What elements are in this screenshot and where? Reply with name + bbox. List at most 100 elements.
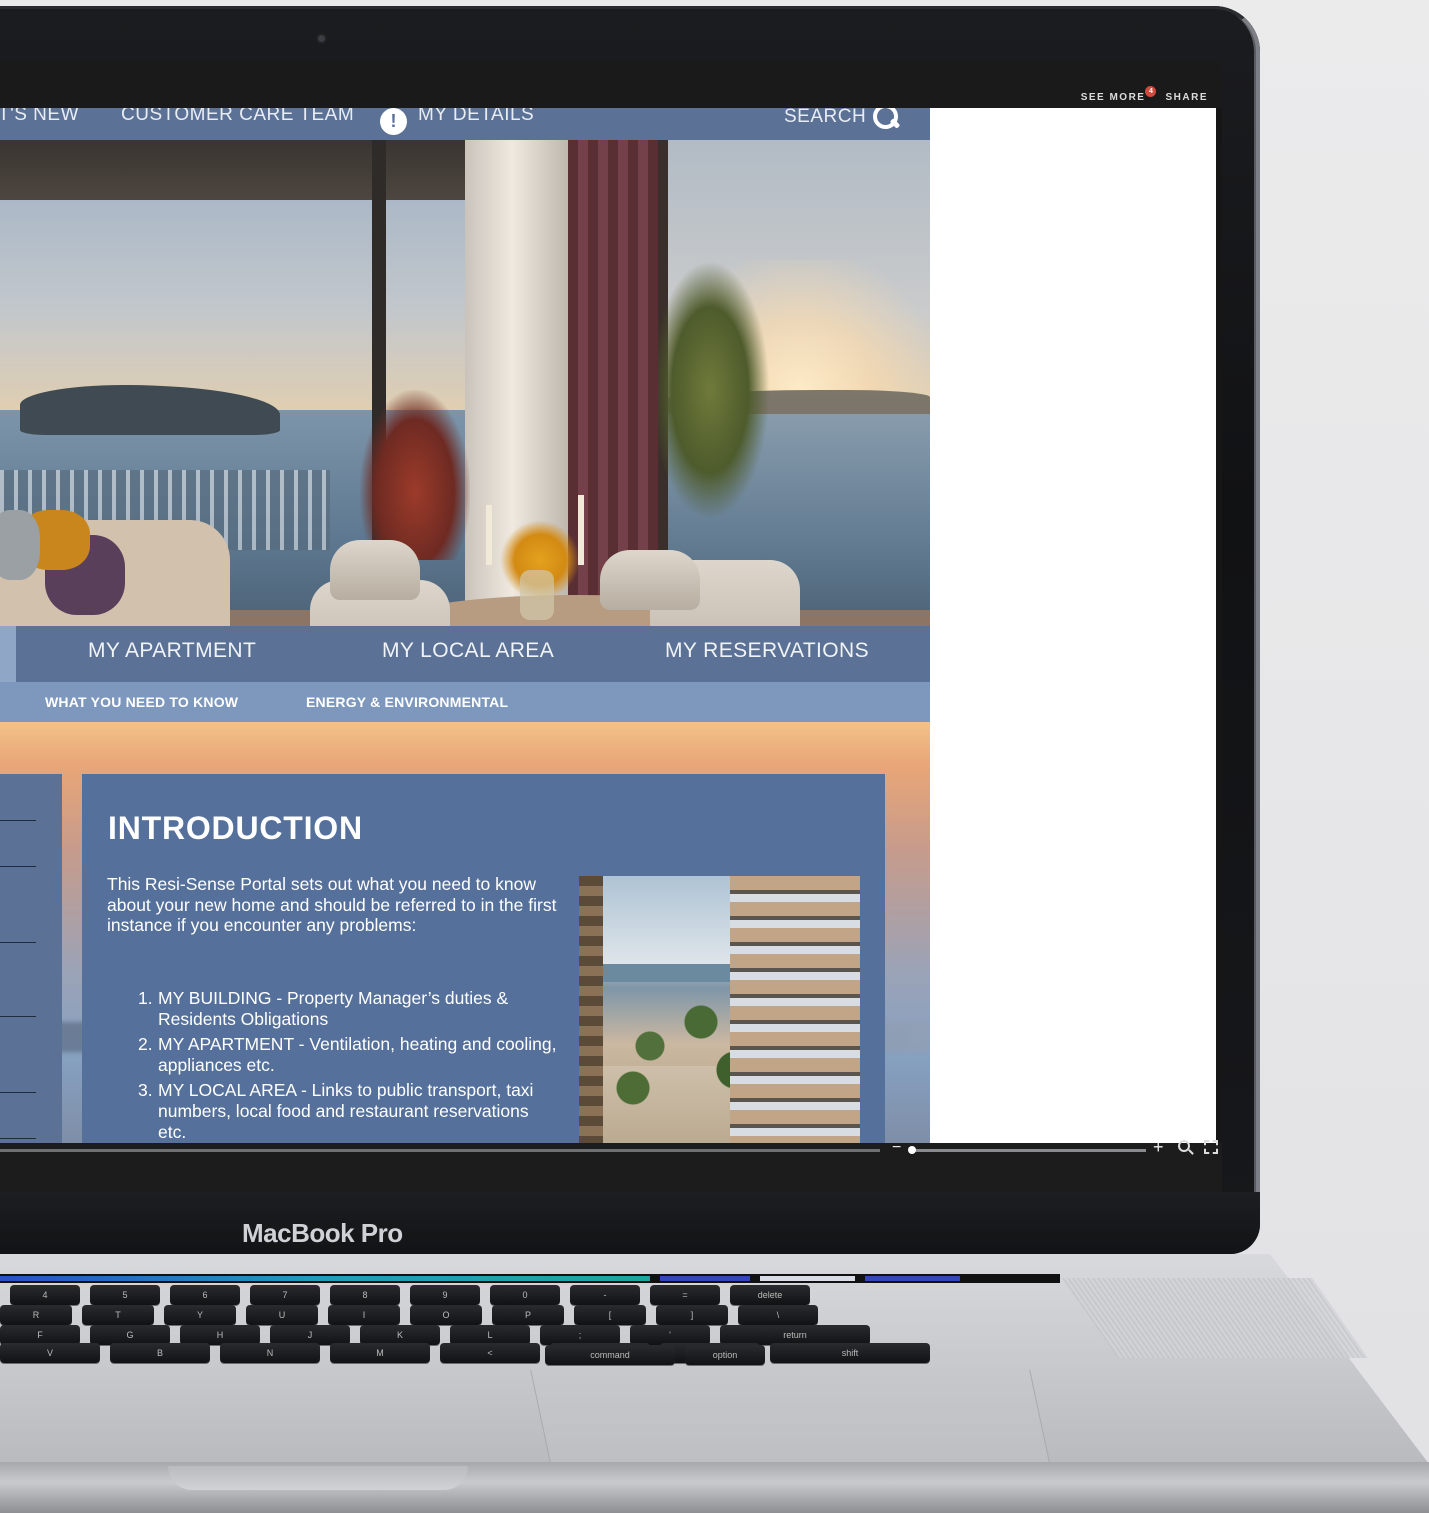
nav-my-local-area[interactable]: MY LOCAL AREA: [382, 639, 554, 663]
key: V: [0, 1343, 100, 1363]
list-item: 1. MY BUILDING - Property Manager’s dutie…: [138, 988, 558, 1030]
key-row: 4 5 6 7 8 9 0 - = delete: [10, 1285, 810, 1305]
list-text: MY BUILDING - Property Manager’s duties …: [158, 988, 509, 1029]
zoom-out-button[interactable]: −: [892, 1139, 901, 1157]
hero-candle: [578, 495, 584, 565]
search-icon: [872, 108, 899, 130]
trackpad: [530, 1370, 1050, 1462]
lid-notch: [168, 1466, 468, 1490]
photo-building: [579, 876, 603, 1143]
key: delete: [730, 1285, 810, 1305]
introduction-panel: INTRODUCTION This Resi-Sense Portal sets…: [82, 774, 885, 1143]
key: H: [180, 1325, 260, 1345]
hero-candle: [486, 505, 492, 565]
hero-plant: [360, 390, 470, 560]
zoom-slider[interactable]: [910, 1149, 1146, 1152]
list-text: MY APARTMENT - Ventilation, heating and …: [158, 1034, 557, 1075]
nav-my-details[interactable]: MY DETAILS: [418, 108, 534, 126]
key: return: [720, 1325, 870, 1345]
key: I: [328, 1305, 400, 1325]
nav-my-apartment[interactable]: MY APARTMENT: [88, 639, 256, 663]
key: =: [650, 1285, 720, 1305]
camera-icon: [318, 35, 325, 42]
key-row: R T Y U I O P [ ] \: [0, 1305, 818, 1325]
introduction-list: 1. MY BUILDING - Property Manager’s dutie…: [138, 988, 558, 1143]
key: O: [410, 1305, 482, 1325]
nav-my-reservations[interactable]: MY RESERVATIONS: [665, 639, 869, 663]
key: <: [440, 1343, 540, 1363]
device-brand: MacBook Pro: [242, 1218, 403, 1248]
key: 0: [490, 1285, 560, 1305]
share-button[interactable]: SHARE: [1165, 92, 1208, 103]
key: ': [630, 1325, 710, 1345]
mainnav-spacer: [0, 626, 16, 682]
street-view-photo: [579, 876, 860, 1143]
key: B: [110, 1343, 210, 1363]
search-label: SEARCH: [784, 108, 867, 127]
hero-tree: [650, 260, 770, 520]
page-progress-bar[interactable]: [0, 1149, 880, 1152]
key: R: [0, 1305, 72, 1325]
key: 5: [90, 1285, 160, 1305]
hero-vase: [520, 570, 554, 620]
key: ]: [656, 1305, 728, 1325]
key: 4: [10, 1285, 80, 1305]
side-menu-panel: [0, 774, 62, 1143]
key: M: [330, 1343, 430, 1363]
list-number: 2.: [138, 1034, 153, 1054]
key: L: [450, 1325, 530, 1345]
laptop-chin: [0, 1192, 1260, 1254]
portal-page: T'S NEW CUSTOMER CARE TEAM ! MY DETAILS …: [0, 108, 930, 1143]
sub-nav: WHAT YOU NEED TO KNOW ENERGY & ENVIRONME…: [0, 682, 930, 722]
zoom-in-button[interactable]: +: [1153, 1137, 1164, 1158]
side-menu-divider: [0, 942, 36, 943]
see-more-button[interactable]: SEE MORE 4: [1080, 86, 1157, 103]
side-menu-divider: [0, 820, 36, 821]
window-frame: [0, 140, 470, 200]
zoom-icon[interactable]: [1178, 1140, 1190, 1152]
key: 8: [330, 1285, 400, 1305]
hero-chair: [600, 550, 700, 610]
touch-bar-highlight: [760, 1276, 855, 1281]
viewer-actions: SEE MORE 4 SHARE: [1080, 86, 1208, 103]
key: 6: [170, 1285, 240, 1305]
key: N: [220, 1343, 320, 1363]
touch-bar-highlight: [865, 1276, 960, 1281]
side-menu-divider: [0, 1016, 36, 1017]
info-icon: !: [380, 108, 407, 135]
hero-image: [0, 140, 930, 626]
list-item: 2. MY APARTMENT - Ventilation, heating an…: [138, 1034, 558, 1076]
side-menu-divider: [0, 1138, 36, 1139]
nav-customer-care-team[interactable]: CUSTOMER CARE TEAM: [121, 108, 354, 126]
key: 9: [410, 1285, 480, 1305]
subnav-what-you-need-to-know[interactable]: WHAT YOU NEED TO KNOW: [45, 694, 238, 710]
laptop-screen: SEE MORE 4 SHARE T'S NEW CUSTOMER CARE T…: [0, 62, 1222, 1192]
key: K: [360, 1325, 440, 1345]
list-text: MY LOCAL AREA - Links to public transpor…: [158, 1080, 534, 1142]
key: 7: [250, 1285, 320, 1305]
photo-building: [730, 876, 860, 1143]
side-menu-divider: [0, 1092, 36, 1093]
introduction-text: This Resi-Sense Portal sets out what you…: [107, 874, 557, 935]
fullscreen-icon[interactable]: [1204, 1140, 1218, 1154]
key-row: command option: [545, 1345, 765, 1365]
key: -: [570, 1285, 640, 1305]
list-item: 3. MY LOCAL AREA - Links to public transp…: [138, 1080, 558, 1143]
zoom-slider-handle[interactable]: [908, 1146, 916, 1154]
subnav-energy-environmental[interactable]: ENERGY & ENVIRONMENTAL: [306, 694, 508, 710]
content-background: INTRODUCTION This Resi-Sense Portal sets…: [0, 722, 930, 1143]
key: P: [492, 1305, 564, 1325]
see-more-label: SEE MORE: [1080, 92, 1146, 103]
key: J: [270, 1325, 350, 1345]
viewer-top-bar: SEE MORE 4 SHARE: [0, 62, 1222, 108]
touch-bar-highlight: [660, 1276, 750, 1281]
search-button[interactable]: SEARCH: [784, 108, 899, 130]
nav-whats-new[interactable]: T'S NEW: [0, 108, 79, 126]
top-nav: T'S NEW CUSTOMER CARE TEAM ! MY DETAILS …: [0, 108, 930, 140]
blank-side-panel: [930, 108, 1216, 1143]
side-menu-divider: [0, 866, 36, 867]
key: Y: [164, 1305, 236, 1325]
key: command: [545, 1345, 675, 1365]
viewer-bottom-bar: − +: [0, 1137, 1222, 1192]
key: U: [246, 1305, 318, 1325]
